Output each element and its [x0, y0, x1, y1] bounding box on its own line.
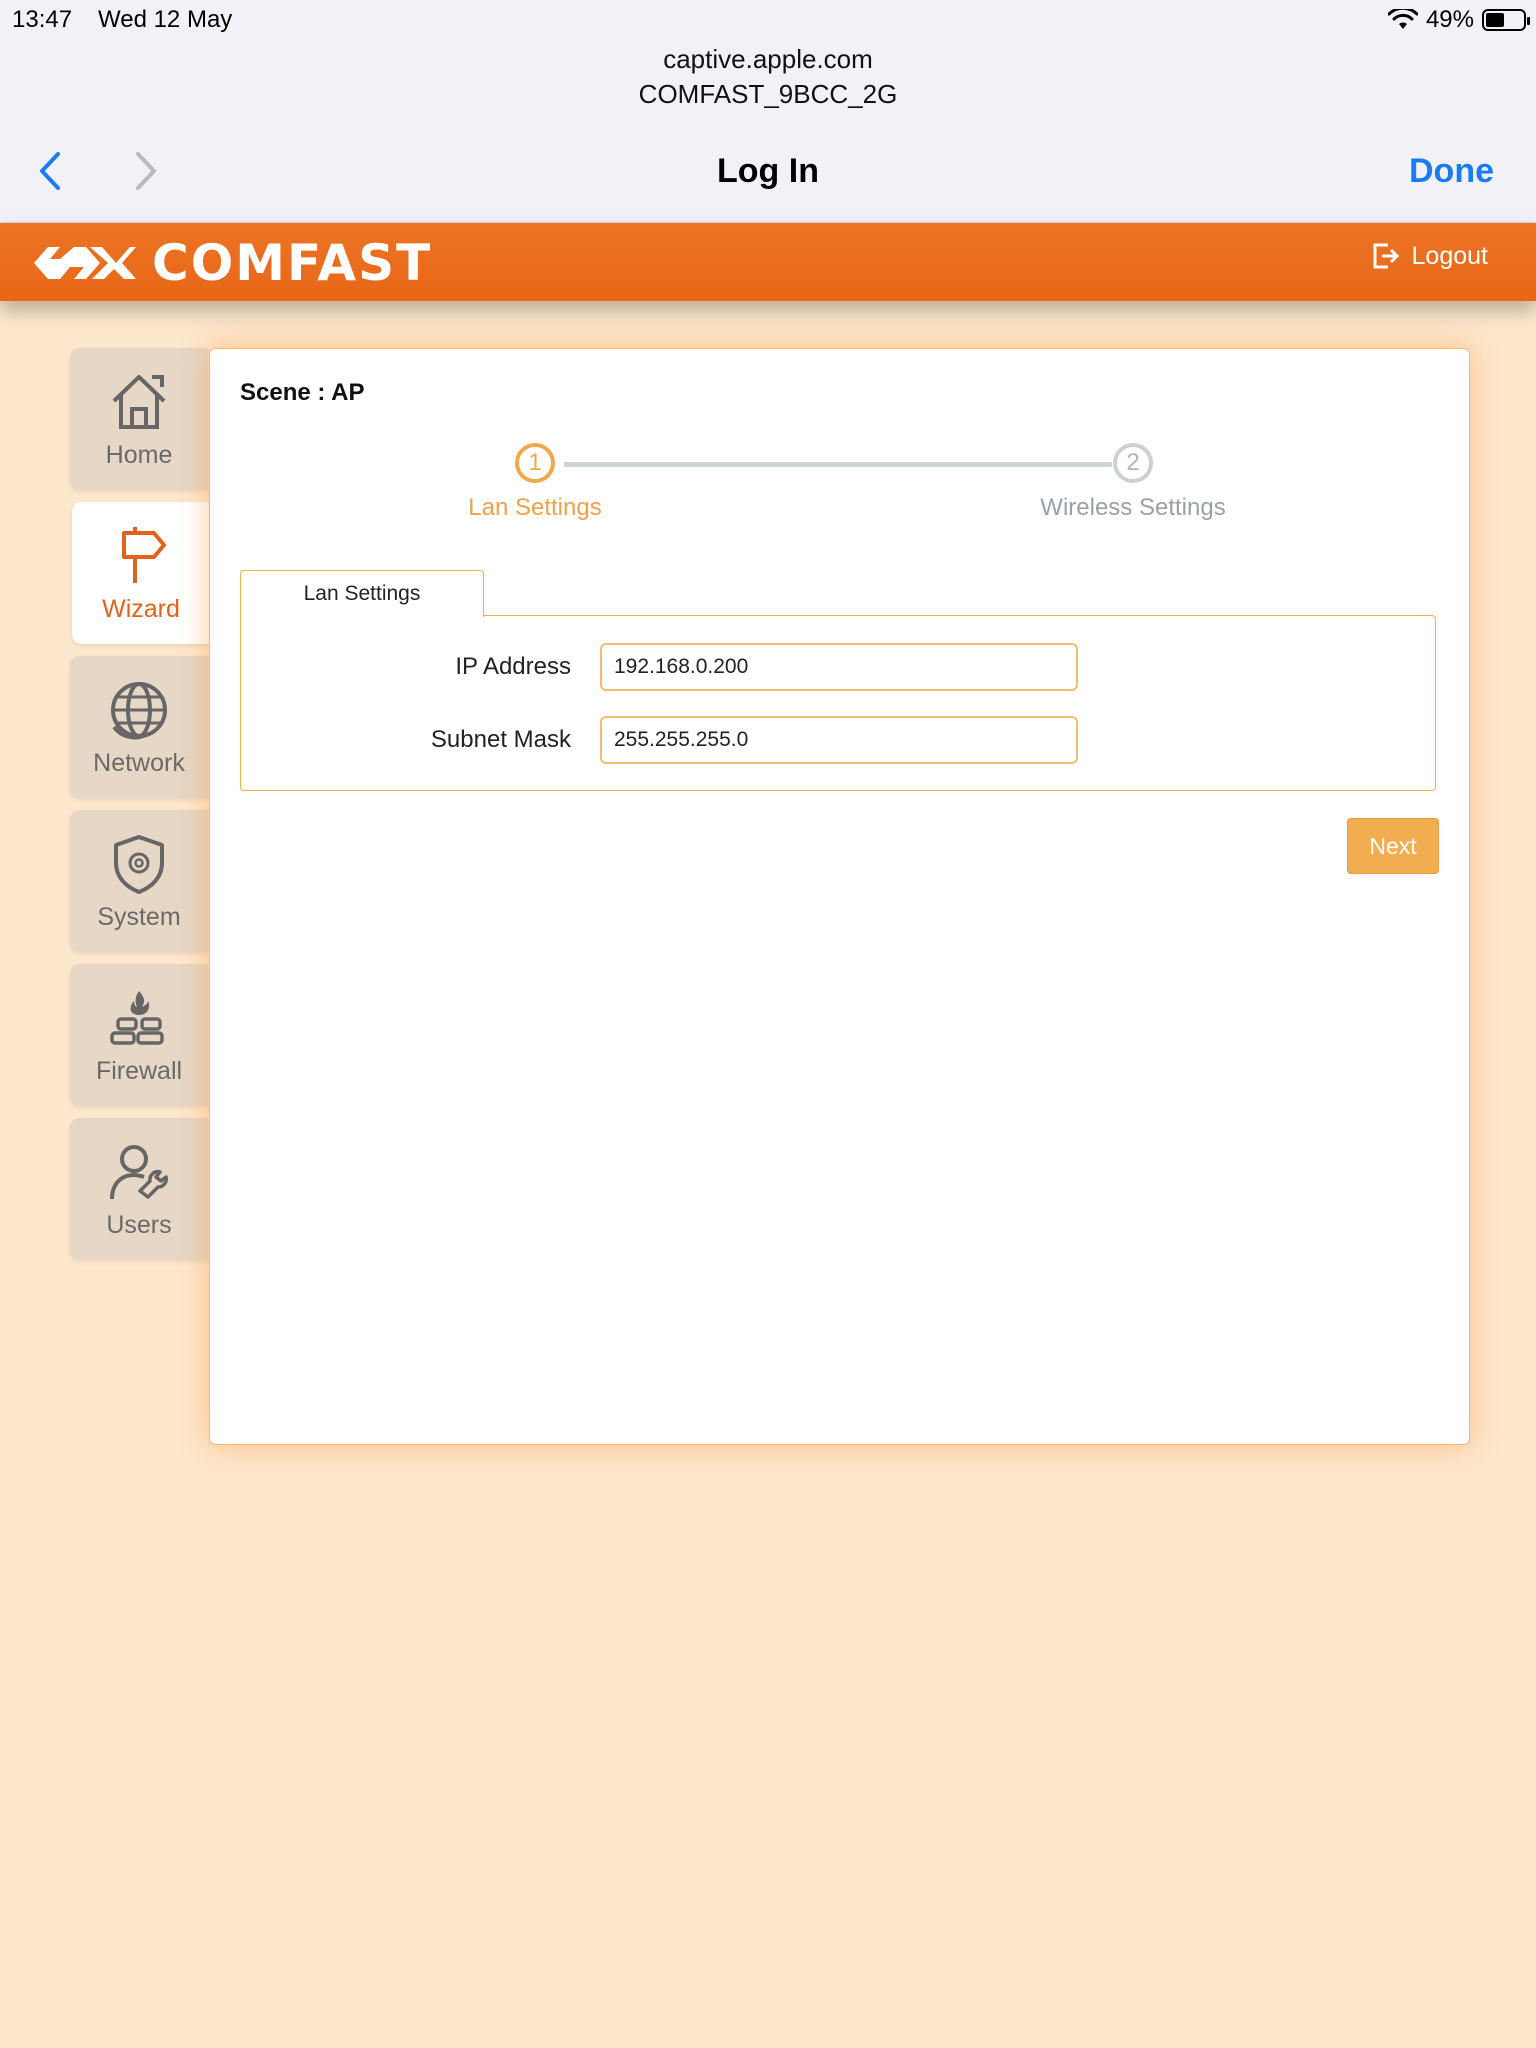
- signpost-icon: [122, 526, 166, 583]
- battery-level: [1486, 13, 1504, 27]
- url-host: captive.apple.com: [663, 44, 873, 74]
- sidebar-item-label: Network: [93, 748, 185, 777]
- subnet-mask-label: Subnet Mask: [430, 726, 571, 753]
- tab-lan-settings[interactable]: Lan Settings: [240, 570, 484, 617]
- ip-address-row: IP Address: [241, 643, 1435, 693]
- done-button[interactable]: Done: [1409, 152, 1494, 191]
- status-date: Wed 12 May: [98, 6, 233, 33]
- sidebar-item-label: System: [97, 902, 181, 931]
- status-time: 13:47: [12, 6, 73, 33]
- logout-icon: [1373, 243, 1399, 269]
- step-1-circle: 1: [515, 443, 555, 483]
- step-1-label: Lan Settings: [468, 494, 602, 521]
- scene-title: Scene : AP: [240, 379, 365, 406]
- subnet-mask-row: Subnet Mask: [241, 716, 1435, 766]
- brand-name: COMFAST: [152, 234, 433, 292]
- user-wrench-icon: [110, 1144, 168, 1199]
- comfast-logo: COMFAST: [30, 234, 433, 292]
- firewall-icon: [110, 990, 164, 1045]
- globe-icon: [111, 681, 167, 739]
- ip-address-label: IP Address: [455, 653, 571, 680]
- lan-settings-form: IP Address Subnet Mask: [240, 615, 1436, 791]
- status-indicators: 49%: [1387, 6, 1530, 34]
- step-2-circle: 2: [1113, 443, 1153, 483]
- home-icon: [112, 374, 166, 429]
- sidebar-item-home[interactable]: Home: [70, 348, 208, 490]
- sidebar: Home Wizard Network System Firewall User…: [70, 348, 210, 1272]
- sidebar-item-wizard[interactable]: Wizard: [72, 502, 210, 644]
- sidebar-item-label: Users: [106, 1210, 172, 1239]
- next-button[interactable]: Next: [1347, 818, 1439, 874]
- page-title: Log In: [717, 152, 819, 190]
- wizard-card: Scene : AP 1 2 Lan Settings Wireless Set…: [209, 348, 1470, 1445]
- sidebar-item-system[interactable]: System: [70, 810, 208, 952]
- browser-top-bar: 13:47 Wed 12 May 49% captive.apple.com C…: [0, 0, 1536, 223]
- battery-icon: [1482, 9, 1530, 31]
- sidebar-item-network[interactable]: Network: [70, 656, 208, 798]
- step-2-label: Wireless Settings: [1040, 494, 1226, 521]
- page: 13:47 Wed 12 May 49% captive.apple.com C…: [0, 0, 1536, 2048]
- subnet-mask-input[interactable]: [600, 716, 1078, 764]
- sidebar-item-users[interactable]: Users: [70, 1118, 208, 1260]
- comfast-logo-mark: [34, 247, 136, 279]
- ip-address-input[interactable]: [600, 643, 1078, 691]
- sidebar-item-label: Home: [105, 440, 173, 469]
- sidebar-item-label: Wizard: [102, 594, 180, 623]
- network-name: COMFAST_9BCC_2G: [638, 79, 898, 109]
- battery-percent: 49%: [1425, 6, 1474, 33]
- shield-gear-icon: [114, 834, 164, 894]
- progress-line: [564, 462, 1112, 467]
- sidebar-item-firewall[interactable]: Firewall: [70, 964, 208, 1106]
- comfast-header: COMFAST Logout: [0, 223, 1536, 301]
- logout-button[interactable]: Logout: [1370, 241, 1488, 271]
- sidebar-item-label: Firewall: [95, 1056, 183, 1085]
- wifi-icon: [1387, 9, 1418, 29]
- logout-label: Logout: [1411, 241, 1488, 270]
